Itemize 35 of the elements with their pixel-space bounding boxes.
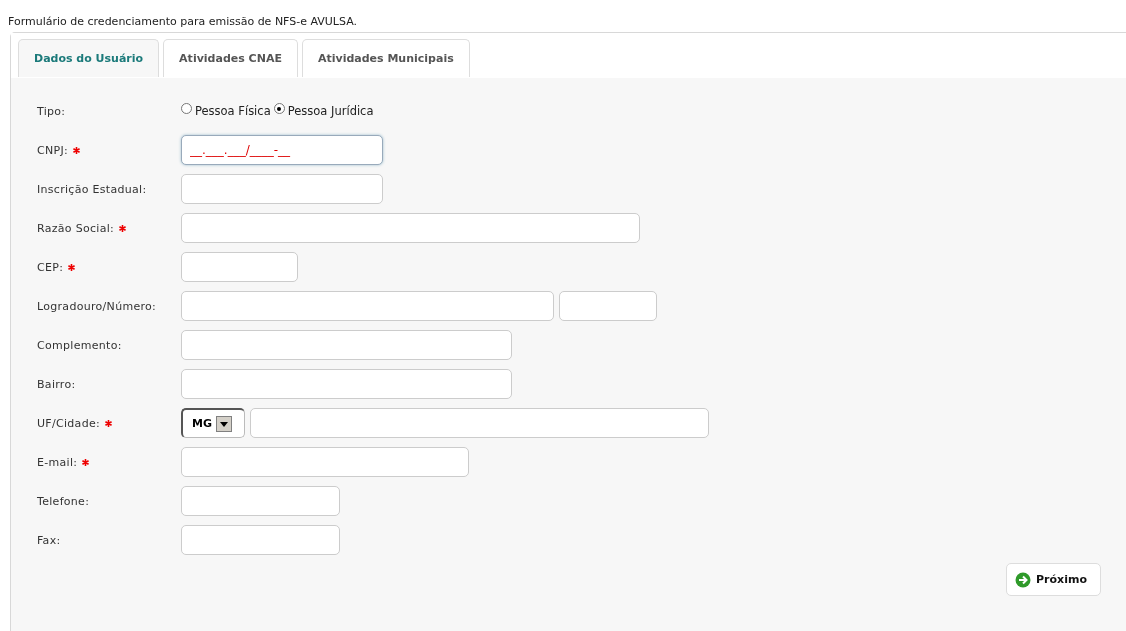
field-label: Logradouro/Número: [37, 299, 157, 313]
radio-button[interactable] [273, 103, 285, 114]
field-label: Razão Social: [37, 221, 115, 235]
tab[interactable]: Atividades Municipais [301, 39, 470, 77]
arrow-right-icon [1015, 571, 1032, 588]
field-label: Complemento: [37, 338, 122, 352]
text-field[interactable] [181, 213, 640, 243]
text-field[interactable]: __.___.___/____-__ [181, 135, 383, 165]
field-label: Telefone: [37, 494, 90, 508]
city-field[interactable] [250, 408, 709, 438]
form-heading: Formulário de credenciamento para emissão de NFS-e AVULSA. [7, 14, 358, 30]
field-label: Tipo: [37, 104, 66, 118]
text-field[interactable] [181, 174, 383, 204]
text-field[interactable] [181, 252, 298, 282]
text-field[interactable] [181, 486, 340, 516]
text-field[interactable] [181, 330, 512, 360]
field-label: Bairro: [37, 377, 76, 391]
field-label: UF/Cidade: [37, 416, 100, 430]
street-field[interactable] [181, 291, 554, 321]
radio-label[interactable]: Pessoa Jurídica [287, 104, 374, 118]
radio-button[interactable] [181, 103, 192, 114]
state-dropdown[interactable]: MG [181, 408, 245, 438]
number-field[interactable] [559, 291, 657, 321]
text-field[interactable] [181, 369, 512, 399]
field-label: Inscrição Estadual: [37, 182, 147, 196]
field-label: CNPJ: [37, 143, 68, 157]
next-button[interactable]: Próximo [1006, 563, 1101, 596]
field-label: E-mail: [37, 455, 78, 469]
radio-label[interactable]: Pessoa Física [195, 104, 271, 118]
text-field[interactable] [181, 447, 469, 477]
tab[interactable]: Dados do Usuário [18, 39, 160, 77]
text-field[interactable] [181, 525, 340, 555]
field-label: CEP: [37, 260, 64, 274]
field-label: Fax: [37, 533, 61, 547]
tab[interactable]: Atividades CNAE [163, 39, 298, 77]
